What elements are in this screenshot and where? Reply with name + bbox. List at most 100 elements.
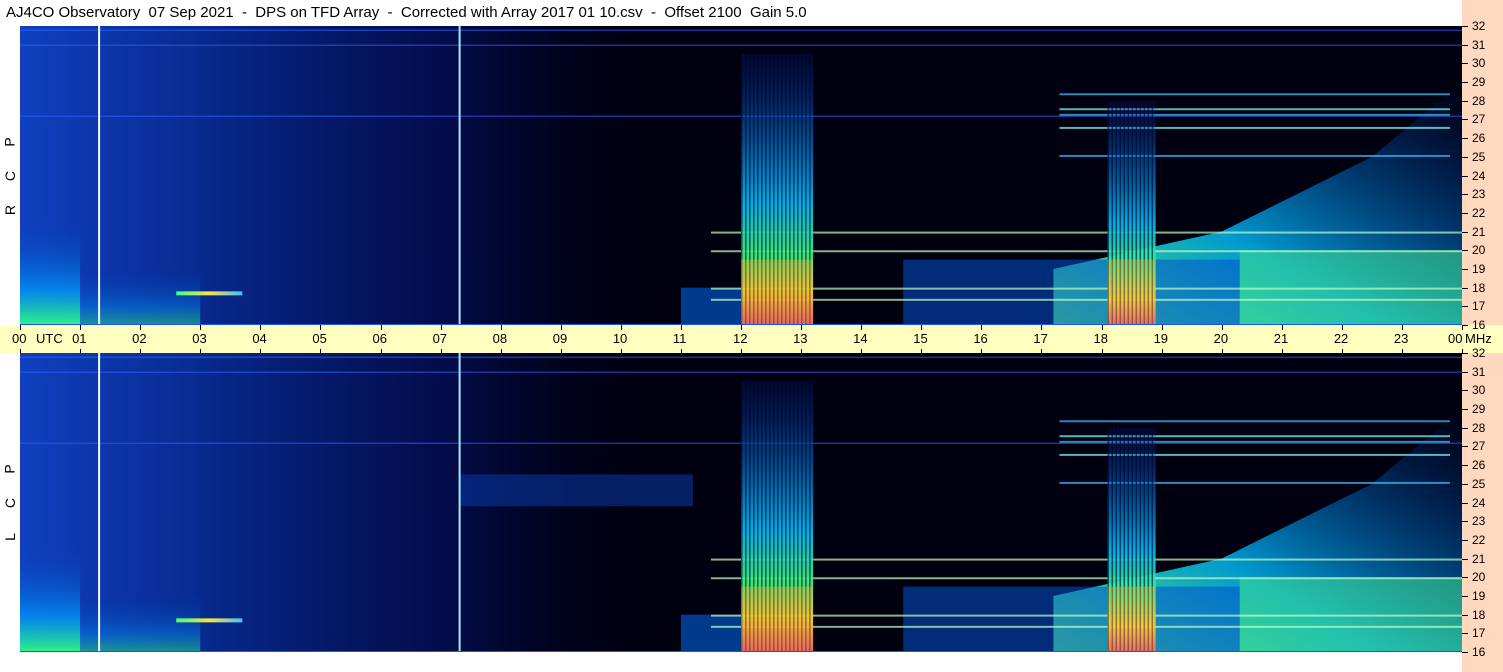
utc-tick — [140, 349, 142, 353]
burst-core — [1107, 259, 1156, 325]
lcp-spectrogram-svg — [20, 353, 1462, 652]
mhz-tick-label: 18 — [1472, 607, 1486, 622]
mhz-tick-label: 28 — [1472, 420, 1486, 435]
utc-tick — [801, 325, 803, 330]
time-marker — [458, 353, 461, 652]
mhz-tick — [1462, 100, 1468, 102]
mhz-tick — [1462, 306, 1468, 308]
mhz-tick-label: 17 — [1472, 626, 1486, 641]
mhz-tick-label: 28 — [1472, 93, 1486, 108]
mhz-tick — [1462, 427, 1468, 429]
mhz-tick-label: 26 — [1472, 458, 1486, 473]
mhz-tick-label: 30 — [1472, 383, 1486, 398]
mhz-tick-label: 16 — [1472, 645, 1486, 659]
mhz-tick — [1462, 614, 1468, 616]
rfi-line — [20, 371, 1462, 373]
mhz-tick — [1462, 521, 1468, 523]
utc-tick-label: 11 — [672, 331, 687, 346]
time-marker — [98, 26, 101, 325]
mhz-tick-label: 29 — [1472, 402, 1486, 417]
mhz-tick-label: 24 — [1472, 495, 1486, 510]
rcp-label: P C R — [0, 26, 20, 325]
utc-tick — [140, 325, 142, 330]
mhz-tick — [1462, 633, 1468, 635]
utc-tick-label: 19 — [1153, 331, 1169, 346]
utc-tick-label: 05 — [312, 331, 327, 346]
mhz-tick-label: 18 — [1472, 280, 1486, 295]
rfi-streak — [710, 287, 1462, 290]
utc-tick — [20, 325, 21, 330]
utc-tick — [1221, 349, 1223, 353]
rfi-streak — [710, 231, 1462, 234]
utc-tick-label: 00 — [12, 331, 27, 346]
lcp-spectrogram — [20, 353, 1462, 652]
utc-tick-label: 06 — [372, 331, 387, 346]
utc-tick — [500, 349, 502, 353]
mhz-tick-label: 16 — [1472, 318, 1486, 332]
mhz-tick — [1462, 175, 1468, 177]
time-marker — [98, 353, 101, 652]
utc-tick — [741, 325, 742, 330]
utc-tick — [861, 325, 863, 330]
lcp-label: P C L — [0, 353, 20, 652]
mhz-tick — [1462, 483, 1468, 485]
utc-tick — [380, 325, 382, 330]
rfi-streak — [710, 625, 1462, 628]
utc-tick — [260, 349, 262, 353]
utc-tick-label: 03 — [192, 331, 207, 346]
mhz-tick — [1462, 577, 1468, 579]
utc-tick — [921, 349, 923, 353]
utc-tick — [620, 349, 622, 353]
rfi-streak — [1059, 420, 1450, 423]
rfi-streak — [710, 614, 1462, 617]
mhz-tick-label: 23 — [1472, 187, 1486, 202]
mhz-tick — [1462, 595, 1468, 597]
utc-tick-label: 15 — [913, 331, 928, 346]
mhz-tick-label: 19 — [1472, 588, 1486, 603]
dawn-band — [680, 287, 741, 325]
utc-tick — [1161, 349, 1163, 353]
mhz-tick — [1462, 353, 1468, 354]
mhz-tick — [1462, 63, 1468, 65]
mhz-tick — [1462, 194, 1468, 196]
utc-tick-label: 17 — [1033, 331, 1048, 346]
mhz-tick — [1462, 231, 1468, 233]
rfi-line — [20, 44, 1462, 46]
utc-tick — [440, 349, 442, 353]
burst-core — [741, 586, 814, 652]
utc-tick-label: 02 — [132, 331, 147, 346]
mhz-tick-label: 27 — [1472, 112, 1486, 127]
utc-tick — [20, 349, 21, 353]
mhz-tick-label: 26 — [1472, 131, 1486, 146]
mhz-axis-lcp: 32 31 30 29 28 27 26 25 24 23 22 21 20 19 18 17 16 — [1462, 346, 1503, 672]
utc-tick-label: 23 — [1393, 331, 1409, 346]
mhz-tick-label: 29 — [1472, 75, 1486, 90]
utc-tick — [1041, 325, 1043, 330]
daytime-band — [903, 586, 1240, 652]
lcp-band-extension — [458, 474, 693, 507]
mhz-tick — [1462, 119, 1468, 121]
utc-tick-label: 10 — [612, 331, 628, 346]
utc-tick-label: 21 — [1273, 331, 1289, 346]
mhz-tick-label: 20 — [1472, 570, 1486, 585]
mhz-tick — [1462, 652, 1468, 653]
rcp-spectrogram-svg — [20, 26, 1462, 325]
mhz-tick-label: 32 — [1472, 19, 1486, 33]
utc-tick — [680, 349, 682, 353]
utc-tick — [921, 325, 923, 330]
mhz-tick — [1462, 409, 1468, 411]
utc-tick — [80, 325, 82, 330]
utc-tick-label: 09 — [552, 331, 568, 346]
mhz-tick-label: 31 — [1472, 364, 1486, 379]
utc-axis: 00 01 02 03 04 05 06 07 08 09 10 11 12 13 14 15 16 17 18 19… — [0, 325, 1503, 353]
utc-tick — [1281, 349, 1283, 353]
mhz-axis-rcp: 32 31 30 29 28 27 26 25 24 23 22 21 20 19 18 17 16 — [1462, 19, 1503, 332]
mhz-tick — [1462, 44, 1468, 46]
mhz-tick — [1462, 250, 1468, 252]
utc-tick — [1401, 349, 1403, 353]
rfi-streak — [710, 298, 1462, 301]
utc-tick — [320, 349, 322, 353]
hot-band — [176, 291, 243, 296]
rfi-streak — [710, 577, 1462, 580]
utc-unit-label: UTC — [36, 331, 63, 346]
